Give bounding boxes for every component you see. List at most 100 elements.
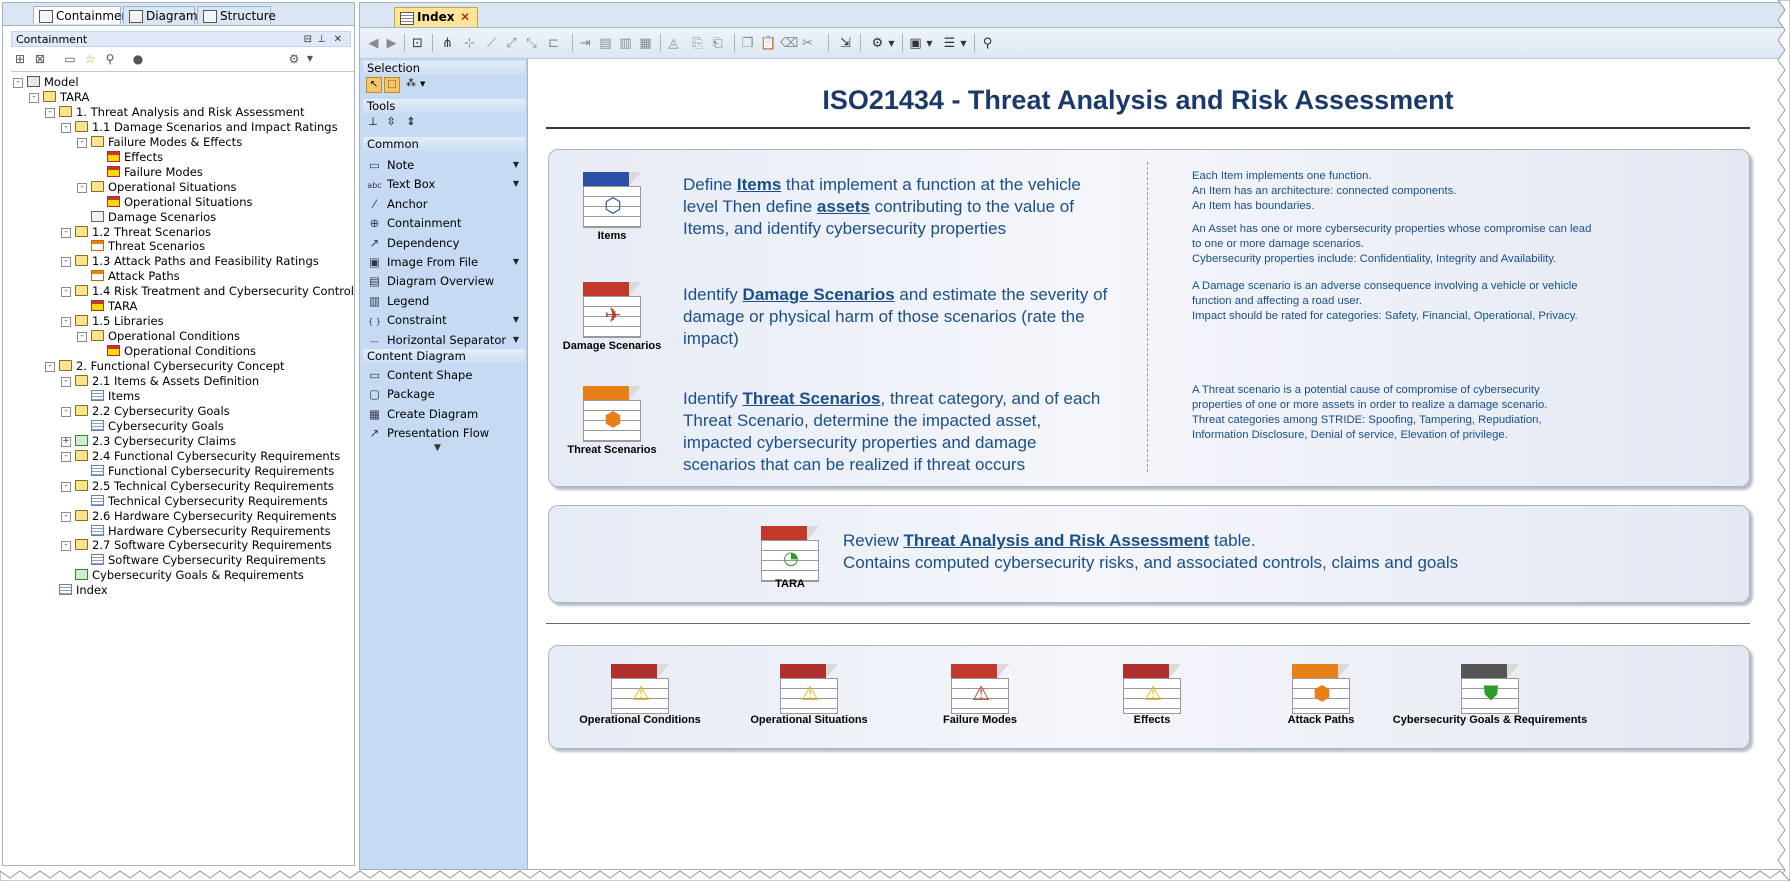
tree-toggle[interactable]: -	[61, 406, 71, 417]
palette-item[interactable]: ⊕ Containment	[367, 213, 525, 233]
tree-toggle[interactable]: -	[61, 122, 71, 133]
cut-icon[interactable]: ✂	[800, 36, 815, 51]
chevron-down-icon[interactable]: ▼	[513, 155, 519, 175]
new-element-icon[interactable]: ▭	[63, 52, 77, 66]
palette-item[interactable]: ▥ Legend	[367, 291, 525, 311]
page-setup-icon[interactable]: ▣	[908, 36, 923, 51]
tree-toggle[interactable]: -	[61, 287, 71, 298]
section-link[interactable]: Threat Scenarios	[743, 389, 881, 408]
expand-icon[interactable]: ⊠	[33, 52, 47, 66]
select-all-icon[interactable]: ⁂	[404, 77, 418, 91]
copy-icon[interactable]: ❐	[740, 36, 755, 51]
tree-toggle[interactable]: -	[29, 92, 39, 103]
palette-scroll-down-icon[interactable]: ▼	[434, 443, 441, 453]
chevron-down-icon[interactable]: ▼	[884, 36, 899, 51]
select-diagram-icon[interactable]: ⊡	[410, 36, 425, 51]
back-icon[interactable]: ◀	[366, 36, 381, 51]
forward-icon[interactable]: ▶	[384, 36, 399, 51]
chevron-down-icon[interactable]: ▼	[513, 252, 519, 272]
spacing-tool-icon[interactable]: ⇕	[404, 115, 418, 129]
chevron-down-icon[interactable]: ▼	[956, 36, 971, 51]
palette-group-selection[interactable]: Selection	[363, 61, 525, 76]
route-icon[interactable]: ⤢	[504, 36, 519, 51]
section-link[interactable]: assets	[817, 197, 870, 216]
section-table-icon[interactable]: ⬢	[583, 386, 641, 444]
chevron-down-icon[interactable]: ▼	[420, 77, 425, 91]
palette-item[interactable]: ⁄ Anchor	[367, 194, 525, 214]
tree-toggle[interactable]: -	[13, 78, 23, 88]
tree-toggle[interactable]: -	[61, 317, 71, 328]
pointer-tool-icon[interactable]: ↖	[366, 77, 382, 93]
tree-toggle[interactable]: -	[61, 511, 71, 522]
section-table-icon[interactable]: ✈	[583, 282, 641, 340]
tree-toggle[interactable]: -	[77, 332, 87, 343]
tab-structure[interactable]: Structure	[197, 6, 276, 24]
library-table-icon[interactable]: ⚠	[1123, 664, 1181, 714]
close-icon[interactable]: ✕	[334, 32, 342, 48]
chevron-down-icon[interactable]: ▼	[513, 310, 519, 330]
align-icon[interactable]: ⊹	[462, 36, 477, 51]
tree-toggle[interactable]: -	[61, 541, 71, 552]
library-table-icon[interactable]: ⚠	[780, 664, 838, 714]
tree-toggle[interactable]: -	[61, 451, 71, 462]
palette-item[interactable]: --- Horizontal Separator ▼	[367, 330, 525, 350]
paste-format-icon[interactable]: ⎗	[710, 36, 725, 51]
order-icon[interactable]: ⊏	[546, 36, 561, 51]
close-tab-icon[interactable]: ✕	[460, 8, 470, 27]
library-table-icon[interactable]: ⚠	[951, 664, 1009, 714]
library-table-icon[interactable]: ⛊	[1461, 664, 1519, 714]
align-right-icon[interactable]: ▦	[638, 36, 653, 51]
path-style-icon[interactable]: ⟋	[484, 36, 499, 51]
palette-item[interactable]: ▭ Note ▼	[367, 155, 525, 175]
chevron-down-icon[interactable]: ▼	[303, 52, 317, 66]
tree-toggle[interactable]: -	[61, 257, 71, 268]
palette-item[interactable]: ↗ Presentation Flow	[367, 423, 525, 443]
palette-item[interactable]: ▢ Package	[367, 384, 525, 404]
section-table-icon[interactable]: ⬡	[583, 172, 641, 230]
clipboard-icon[interactable]: 📋	[760, 36, 776, 51]
section-link[interactable]: Items	[737, 175, 781, 194]
palette-item[interactable]: abc Text Box ▼	[367, 174, 525, 194]
palette-group-content-diagram[interactable]: Content Diagram	[363, 349, 525, 364]
palette-item[interactable]: ▤ Diagram Overview	[367, 271, 525, 291]
tab-diagrams[interactable]: Diagrams	[123, 6, 204, 24]
search-icon[interactable]: ⚲	[103, 52, 117, 66]
tree-toggle[interactable]: -	[61, 227, 71, 238]
chevron-down-icon[interactable]: ▼	[513, 330, 519, 350]
tree-node[interactable]: Cybersecurity Goals & Requirements	[75, 567, 304, 584]
distribute-icon[interactable]: ⇥	[578, 36, 593, 51]
palette-group-tools[interactable]: Tools	[363, 99, 525, 114]
split-tool-icon[interactable]: ⇳	[384, 115, 398, 129]
tree-toggle[interactable]: -	[77, 137, 87, 148]
export-icon[interactable]: ⇲	[838, 36, 853, 51]
chevron-down-icon[interactable]: ▼	[922, 36, 937, 51]
pin-icon[interactable]: ⊥	[317, 32, 326, 48]
palette-group-common[interactable]: Common	[363, 137, 525, 152]
tree-toggle[interactable]: -	[61, 377, 71, 387]
tara-link[interactable]: Threat Analysis and Risk Assessment	[903, 531, 1209, 550]
delete-icon[interactable]: ⌫	[780, 36, 798, 51]
fill-color-icon[interactable]: ◬	[666, 36, 681, 51]
chevron-down-icon[interactable]: ▼	[513, 174, 519, 194]
float-icon[interactable]: ⊟	[304, 32, 312, 48]
palette-item[interactable]: ▦ Create Diagram	[367, 404, 525, 424]
tree-toggle[interactable]: -	[77, 182, 87, 193]
copy-format-icon[interactable]: ⎘	[690, 36, 705, 51]
marquee-tool-icon[interactable]: ⬚	[384, 77, 400, 93]
tree-toggle[interactable]: +	[61, 436, 71, 447]
tara-table-icon[interactable]: ◔	[761, 526, 819, 584]
palette-item[interactable]: ↗ Dependency	[367, 233, 525, 253]
stamp-tool-icon[interactable]: ⊥	[366, 115, 380, 129]
tab-containment[interactable]: Containment	[33, 6, 134, 24]
zoom-icon[interactable]: ⚲	[980, 36, 995, 51]
palette-item[interactable]: ▭ Content Shape	[367, 365, 525, 385]
resize-icon[interactable]: ⤡	[524, 36, 539, 51]
settings-icon[interactable]: ⚙	[870, 36, 885, 51]
tab-index[interactable]: Index ✕	[394, 7, 478, 27]
palette-item[interactable]: { } Constraint ▼	[367, 310, 525, 330]
tree-toggle[interactable]: -	[45, 107, 55, 118]
tree-toggle[interactable]: -	[45, 362, 55, 373]
collapse-all-icon[interactable]: ⊞	[13, 52, 27, 66]
gear-icon[interactable]: ⚙	[287, 52, 301, 66]
section-link[interactable]: Damage Scenarios	[743, 285, 895, 304]
